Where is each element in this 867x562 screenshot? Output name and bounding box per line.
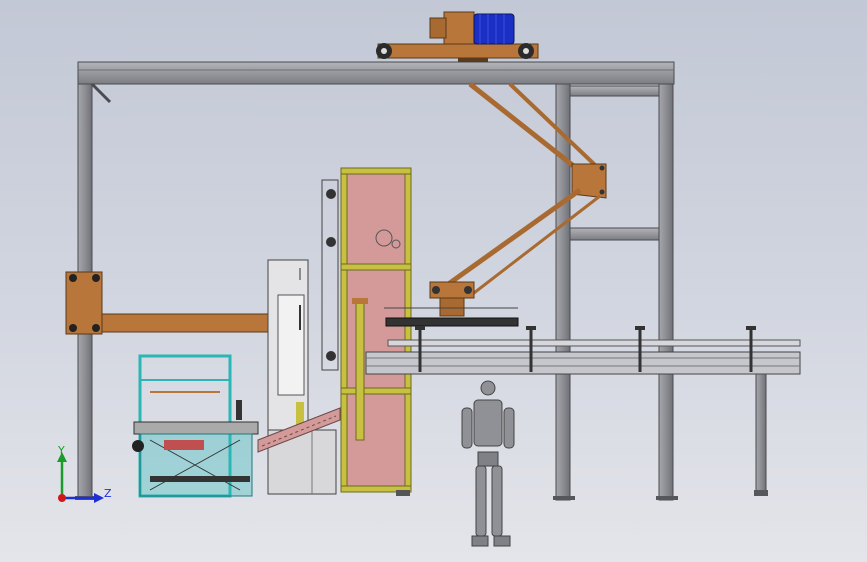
inclined-linkage — [438, 82, 607, 298]
top-drive-assembly — [376, 11, 539, 62]
cad-model-drawing: Y Z — [57, 11, 801, 547]
main-conveyor — [365, 326, 801, 496]
z-axis-label: Z — [104, 487, 112, 500]
y-axis-label: Y — [57, 444, 65, 457]
human-scale-figure — [461, 380, 515, 547]
control-cabinet — [267, 259, 337, 495]
left-cantilever — [65, 271, 288, 335]
cad-viewport[interactable]: Y Z — [0, 0, 867, 562]
teal-packing-unit — [132, 354, 259, 498]
